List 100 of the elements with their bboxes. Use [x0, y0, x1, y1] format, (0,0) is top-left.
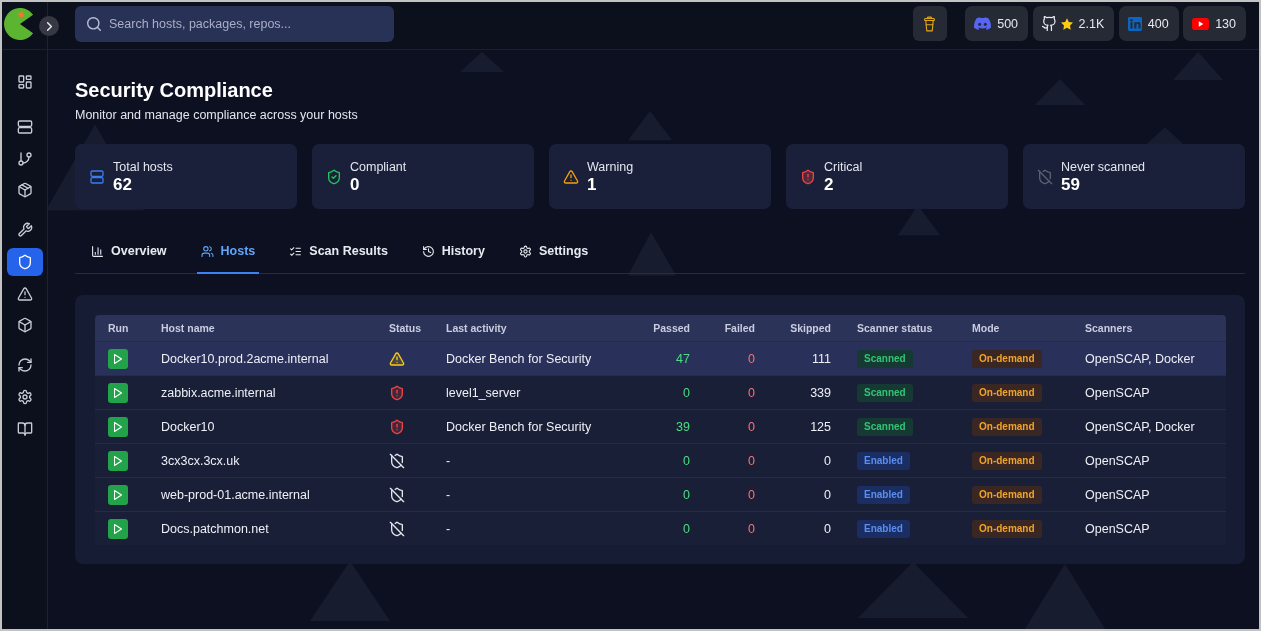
column-header: Scanner status: [857, 322, 933, 334]
skipped-count: 111: [812, 350, 831, 367]
shield-off-icon: [389, 520, 405, 537]
failed-count: 0: [748, 384, 755, 401]
discord-icon: [974, 17, 992, 30]
linkedin-button[interactable]: 400: [1118, 6, 1179, 41]
skipped-count: 0: [824, 520, 831, 537]
run-button[interactable]: [108, 518, 128, 539]
stat-value: 0: [350, 174, 360, 195]
linkedin-icon: [1127, 16, 1142, 31]
sidebar-item[interactable]: [6, 248, 43, 277]
settings-icon: [518, 244, 532, 258]
history-icon: [421, 244, 435, 258]
shield-off-icon: [389, 486, 405, 503]
star-icon: [1060, 17, 1073, 30]
server-icon: [16, 119, 33, 135]
last-activity: -: [446, 486, 451, 503]
table-row[interactable]: zabbix.acme.internal level1_server 0 0 339 Scanned On-demand OpenSCAP: [95, 375, 1226, 409]
youtube-icon: [1192, 17, 1210, 30]
checklist-icon: [289, 244, 303, 258]
passed-count: 39: [676, 418, 690, 435]
mode-badge: On-demand: [972, 417, 1042, 436]
run-button[interactable]: [108, 450, 128, 471]
discord-button[interactable]: 500: [965, 6, 1029, 41]
scanner-status-badge: Enabled: [857, 519, 910, 538]
stat-label: Warning: [587, 158, 634, 175]
youtube-button[interactable]: 130: [1183, 6, 1246, 41]
tab[interactable]: Hosts: [196, 233, 260, 274]
passed-count: 47: [676, 350, 690, 367]
cup-icon: [924, 15, 936, 32]
run-button[interactable]: [108, 348, 128, 369]
play-icon: [114, 489, 122, 500]
host-name: zabbix.acme.internal: [161, 384, 276, 401]
last-activity: -: [446, 520, 451, 537]
skipped-count: 0: [824, 486, 831, 503]
last-activity: Docker Bench for Security: [446, 418, 592, 435]
scanner-status-badge: Scanned: [857, 349, 913, 368]
passed-count: 0: [683, 384, 690, 401]
table-row[interactable]: Docs.patchmon.net - 0 0 0 Enabled On-demand OpenSCAP: [95, 511, 1226, 545]
run-button[interactable]: [108, 484, 128, 505]
cup-button[interactable]: [912, 6, 947, 41]
stat-label: Total hosts: [113, 158, 173, 175]
package-icon: [16, 182, 33, 199]
table-row[interactable]: Docker10.prod.2acme.internal Docker Bench for Security 47 0 111 Scanned On-demand OpenSCAP, Docker: [95, 341, 1226, 375]
server-icon: [89, 168, 105, 185]
stat-label: Compliant: [350, 158, 407, 175]
scanner-status-badge: Enabled: [857, 485, 910, 504]
host-name: Docker10: [161, 418, 215, 435]
tab[interactable]: Settings: [514, 233, 593, 274]
skipped-count: 0: [824, 452, 831, 469]
pacman-logo-icon: [4, 8, 36, 40]
page-title: Security Compliance: [75, 78, 273, 102]
failed-count: 0: [748, 350, 755, 367]
last-activity: -: [446, 452, 451, 469]
users-icon: [200, 244, 214, 258]
skipped-count: 125: [810, 418, 831, 435]
background-triangle: [628, 232, 676, 276]
table-row[interactable]: 3cx3cx.3cx.uk - 0 0 0 Enabled On-demand OpenSCAP: [95, 443, 1226, 477]
column-header: Last activity: [446, 322, 507, 334]
host-name: Docker10.prod.2acme.internal: [161, 350, 329, 367]
scanner-status-badge: Scanned: [857, 383, 913, 402]
tab[interactable]: Scan Results: [285, 233, 392, 274]
warning-icon: [16, 285, 33, 302]
play-icon: [114, 387, 122, 398]
column-header: Host name: [161, 322, 215, 334]
mode-badge: On-demand: [972, 519, 1042, 538]
shield-alert-icon: [389, 384, 405, 401]
passed-count: 0: [683, 520, 690, 537]
scanners-list: OpenSCAP: [1085, 486, 1150, 503]
book-icon: [16, 420, 33, 437]
column-header: Failed: [724, 322, 755, 334]
play-icon: [114, 523, 122, 534]
scanners-list: OpenSCAP: [1085, 520, 1150, 537]
run-button[interactable]: [108, 382, 128, 403]
column-header: Status: [389, 322, 422, 334]
warning-icon: [563, 168, 579, 185]
tab[interactable]: Overview: [87, 233, 171, 274]
last-activity: level1_server: [446, 384, 521, 401]
play-icon: [114, 353, 122, 364]
mode-badge: On-demand: [972, 485, 1042, 504]
stat-value: 1: [587, 174, 597, 195]
search-field[interactable]: Search hosts, packages, repos...: [75, 6, 394, 42]
table-row[interactable]: web-prod-01.acme.internal - 0 0 0 Enabled On-demand OpenSCAP: [95, 477, 1226, 511]
warning-icon: [389, 350, 405, 367]
host-name: web-prod-01.acme.internal: [161, 486, 310, 503]
table-row[interactable]: Docker10 Docker Bench for Security 39 0 125 Scanned On-demand OpenSCAP, Docker: [95, 409, 1226, 443]
mode-badge: On-demand: [972, 349, 1042, 368]
tab[interactable]: History: [417, 233, 489, 274]
refresh-icon: [16, 357, 33, 374]
skipped-count: 339: [810, 384, 831, 401]
stat-label: Critical: [824, 158, 863, 175]
last-activity: Docker Bench for Security: [446, 350, 592, 367]
scanners-list: OpenSCAP: [1085, 452, 1150, 469]
run-button[interactable]: [108, 416, 128, 437]
failed-count: 0: [748, 452, 755, 469]
page-subtitle: Monitor and manage compliance across your hosts: [75, 107, 358, 123]
passed-count: 0: [683, 486, 690, 503]
stat-value: 59: [1061, 174, 1080, 195]
github-button[interactable]: 2.1K: [1032, 6, 1115, 41]
mode-badge: On-demand: [972, 383, 1042, 402]
